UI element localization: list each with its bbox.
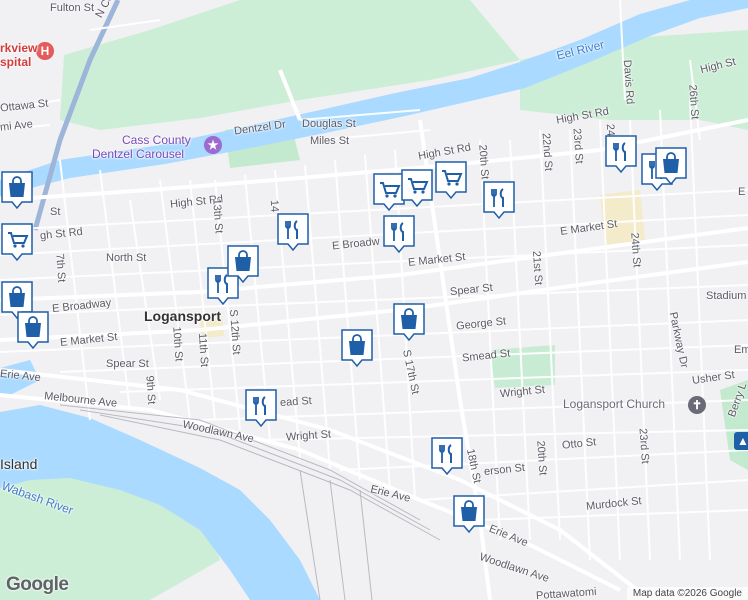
map-base [0,0,748,600]
google-logo: Google [6,574,69,595]
street-label-23rd: 23rd St [636,427,651,465]
grocery-marker-icon[interactable] [400,168,434,208]
carousel-icon[interactable]: ★ [204,136,222,154]
city-label: Logansport [144,308,221,324]
church-label: Logansport Church [563,397,666,411]
shopping-marker-icon[interactable] [226,244,260,284]
street-label-20th-top: 20th St [476,144,491,180]
restaurant-marker-icon[interactable] [276,212,310,252]
street-label-26th: 26th St [686,84,701,120]
street-label-21st: 21st St [529,250,545,286]
shopping-marker-icon[interactable] [392,302,426,342]
restaurant-marker-icon[interactable] [604,134,638,174]
shopping-marker-icon[interactable] [16,310,50,350]
street-label-em: Em [734,344,748,356]
street-label-stadium: Stadium [706,290,747,302]
shopping-marker-icon[interactable] [452,494,486,534]
street-label-24th: 24th St [628,232,643,268]
street-label-13th: 13th St [210,198,225,234]
restaurant-marker-icon[interactable] [244,388,278,428]
restaurant-marker-icon[interactable] [482,180,516,220]
street-label-miles: Miles St [310,135,350,147]
street-label-st-w: St [50,206,61,218]
church-icon[interactable]: ✝ [688,396,706,414]
island-label: Island [0,456,38,472]
street-label-22nd-top: 22nd St [539,132,555,172]
street-label-14th: 14 [267,199,281,213]
grocery-marker-icon[interactable] [0,222,34,262]
street-label-north: North St [106,252,147,264]
carousel-label-2: Dentzel Carousel [92,147,185,161]
restaurant-marker-icon[interactable] [382,214,416,254]
street-label-20th: 20th St [534,440,549,476]
hospital-icon[interactable]: H [36,42,54,60]
street-label-smead-west: ead St [279,394,313,410]
shopping-marker-icon[interactable] [0,170,34,210]
hospital-label-2: spital [0,55,32,69]
street-label-10th: 10th St [170,326,185,362]
hospital-label-1: rkview [0,41,38,55]
shopping-marker-icon[interactable] [340,328,374,368]
street-label-fulton: Fulton St [50,2,95,14]
school-icon[interactable]: ▲ [734,432,748,450]
street-label-e-market-far: E [738,186,746,198]
map-attribution[interactable]: Map data ©2026 Google [626,587,748,600]
carousel-label-1: Cass County [122,133,191,147]
street-label-9th: 9th St [143,375,158,405]
street-label-7th: 7th St [53,253,68,283]
shopping-marker-icon[interactable] [654,146,688,186]
street-label-11th: 11th St [195,332,211,368]
street-label-23rd-top: 23rd St [570,127,585,165]
street-label-douglas: Douglas St [302,118,356,130]
grocery-marker-icon[interactable] [434,160,468,200]
restaurant-marker-icon[interactable] [430,436,464,476]
map-canvas[interactable]: H ★ ✝ ▲ rkview spital Cass County Dentze… [0,0,748,600]
street-label-spear-west: Spear St [106,358,149,370]
